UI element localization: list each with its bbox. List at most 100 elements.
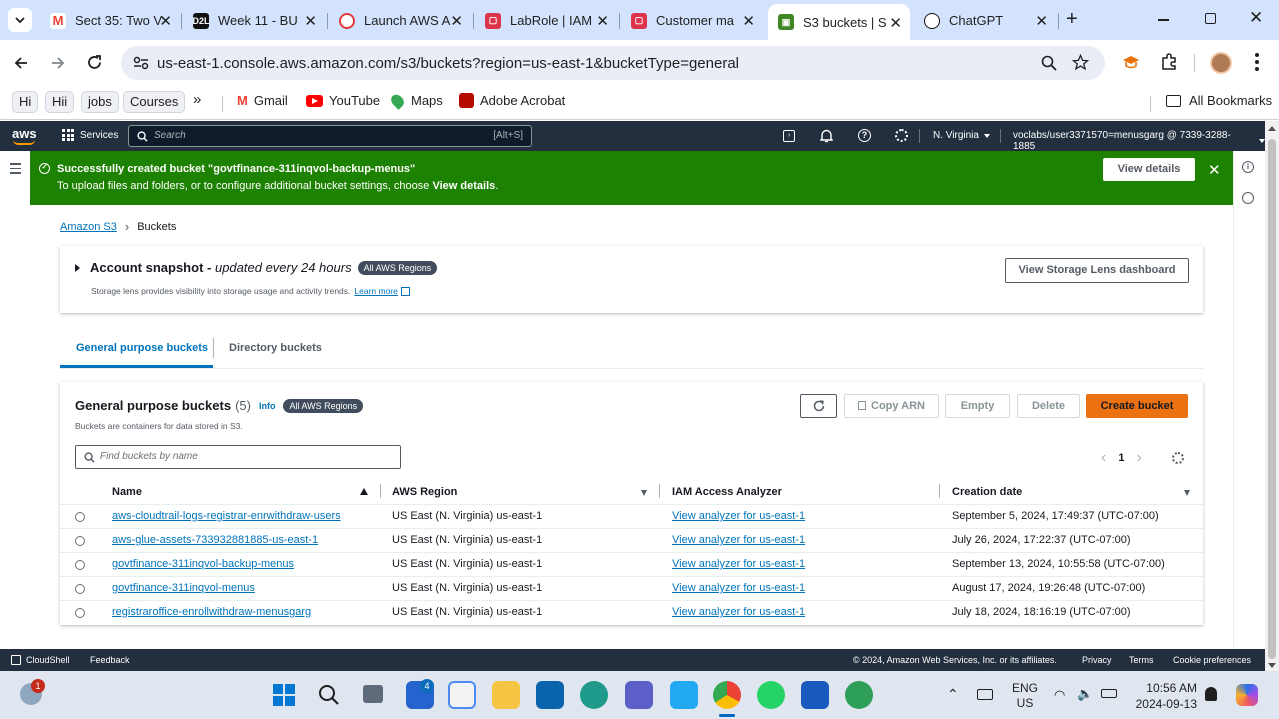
bookmark-adobe-acrobat[interactable]: Adobe Acrobat (459, 93, 565, 108)
analyzer-link[interactable]: View analyzer for us-east-1 (672, 606, 805, 618)
omnibox[interactable]: us-east-1.console.aws.amazon.com/s3/buck… (121, 46, 1105, 80)
browser-tab-active[interactable]: ▣ S3 buckets | S ✕ (768, 4, 910, 40)
reload-icon[interactable] (86, 54, 103, 71)
refresh-button[interactable] (800, 394, 837, 418)
info-panel-icon[interactable]: i (1242, 161, 1254, 173)
col-name[interactable]: Name (112, 486, 142, 498)
bookmark-maps[interactable]: Maps (388, 91, 443, 110)
minimize-icon[interactable] (1158, 19, 1169, 21)
next-page-icon[interactable]: › (1136, 449, 1141, 467)
keyboard-icon[interactable] (977, 689, 993, 700)
table-row[interactable]: aws-cloudtrail-logs-registrar-enrwithdra… (60, 504, 1203, 528)
copy-arn-button[interactable]: Copy ARN (844, 394, 939, 418)
scrollbar-thumb[interactable] (1268, 139, 1276, 659)
zoom-icon[interactable] (1041, 55, 1057, 71)
sort-caret-icon[interactable] (641, 490, 647, 496)
close-window-icon[interactable]: ✕ (1249, 8, 1263, 28)
browser-tab-4[interactable]: ▢ LabRole | IAM ✕ (475, 7, 617, 34)
language-indicator[interactable]: ENG US (1012, 681, 1038, 711)
word-icon[interactable] (801, 681, 829, 709)
tab-search-button[interactable] (8, 8, 32, 32)
privacy-link[interactable]: Privacy (1082, 655, 1112, 665)
analyzer-link[interactable]: View analyzer for us-east-1 (672, 582, 805, 594)
browser-tab-7[interactable]: ChatGPT ✕ (914, 7, 1056, 34)
microsoft-store-icon[interactable] (448, 681, 476, 709)
browser-menu-icon[interactable] (1255, 53, 1259, 73)
close-tab-icon[interactable]: ✕ (304, 12, 317, 30)
edge-dev-icon[interactable] (845, 681, 873, 709)
tab-directory[interactable]: Directory buckets (229, 342, 322, 354)
edge-icon[interactable] (580, 681, 608, 709)
forward-icon[interactable] (50, 55, 66, 71)
learn-more-link[interactable]: Learn more (354, 286, 397, 296)
analyzer-link[interactable]: View analyzer for us-east-1 (672, 558, 805, 570)
page-scrollbar[interactable] (1265, 121, 1279, 671)
services-menu[interactable]: Services (62, 129, 118, 141)
profile-avatar[interactable] (1210, 52, 1232, 74)
find-buckets-input[interactable]: Find buckets by name (75, 445, 401, 469)
bookmark-jobs[interactable]: jobs (81, 91, 119, 113)
clock[interactable]: 10:56 AM 2024-09-13 (1133, 680, 1197, 712)
view-storage-lens-button[interactable]: View Storage Lens dashboard (1005, 258, 1189, 283)
taskbar-search-icon[interactable] (318, 684, 340, 706)
view-details-button[interactable]: View details (1103, 158, 1195, 181)
copilot-icon[interactable] (1236, 684, 1258, 706)
bookmarks-overflow-button[interactable]: » (193, 91, 201, 108)
vscode-icon[interactable] (670, 681, 698, 709)
notifications-bell-icon[interactable] (820, 129, 833, 143)
bucket-name-link[interactable]: govtfinance-311inqvol-menus (112, 582, 255, 594)
table-row[interactable]: govtfinance-311inqvol-menus US East (N. … (60, 576, 1203, 600)
close-tab-icon[interactable]: ✕ (742, 12, 755, 30)
windows-start-icon[interactable] (273, 684, 295, 706)
row-radio[interactable] (75, 584, 85, 594)
table-row[interactable]: aws-glue-assets-733932881885-us-east-1 U… (60, 528, 1203, 552)
terms-link[interactable]: Terms (1129, 655, 1154, 665)
create-bucket-button[interactable]: Create bucket (1086, 394, 1188, 418)
page-number[interactable]: 1 (1118, 452, 1124, 464)
col-creation-date[interactable]: Creation date (952, 486, 1022, 498)
aws-logo[interactable]: aws (12, 126, 37, 141)
delete-button[interactable]: Delete (1017, 394, 1080, 418)
col-iam-analyzer[interactable]: IAM Access Analyzer (672, 486, 782, 498)
analyzer-link[interactable]: View analyzer for us-east-1 (672, 510, 805, 522)
close-tab-icon[interactable]: ✕ (596, 12, 609, 30)
wifi-icon[interactable]: ◠ (1054, 687, 1065, 703)
sort-caret-icon[interactable] (1184, 490, 1190, 496)
show-hidden-icons[interactable]: ⌃ (947, 686, 959, 703)
new-tab-icon[interactable]: + (1066, 9, 1078, 29)
settings-gear-icon[interactable] (895, 129, 908, 142)
table-row[interactable]: govtfinance-311inqvol-backup-menus US Ea… (60, 552, 1203, 576)
table-row[interactable]: registraroffice-enrollwithdraw-menusgarg… (60, 600, 1203, 624)
account-menu[interactable]: voclabs/user3371570=menusgarg @ 7339-328… (1013, 130, 1265, 152)
cookie-preferences-link[interactable]: Cookie preferences (1173, 655, 1251, 665)
snapshot-expand-toggle[interactable]: Account snapshot - updated every 24 hour… (75, 260, 438, 275)
row-radio[interactable] (75, 560, 85, 570)
feedback-link[interactable]: Feedback (90, 655, 130, 665)
browser-tab-5[interactable]: ▢ Customer ma ✕ (621, 7, 763, 34)
close-tab-icon[interactable]: ✕ (889, 14, 902, 32)
bookmark-star-icon[interactable] (1072, 54, 1089, 71)
prev-page-icon[interactable]: ‹ (1101, 449, 1106, 467)
empty-button[interactable]: Empty (945, 394, 1010, 418)
battery-icon[interactable] (1101, 689, 1117, 698)
browser-tab-2[interactable]: D2L Week 11 - BU ✕ (183, 7, 325, 34)
back-icon[interactable] (13, 55, 29, 71)
bucket-name-link[interactable]: govtfinance-311inqvol-backup-menus (112, 558, 294, 570)
scroll-up-icon[interactable] (1268, 126, 1276, 131)
bookmark-hii[interactable]: Hii (45, 91, 75, 113)
region-selector[interactable]: N. Virginia (933, 130, 990, 141)
chrome-icon[interactable] (713, 681, 741, 709)
dismiss-flash-icon[interactable]: ✕ (1208, 161, 1221, 179)
row-radio[interactable] (75, 608, 85, 618)
browser-tab-1[interactable]: M Sect 35: Two V ✕ (40, 7, 180, 34)
hamburger-menu-icon[interactable] (10, 163, 21, 174)
file-explorer-icon[interactable] (492, 681, 520, 709)
teams-icon[interactable] (625, 681, 653, 709)
analyzer-link[interactable]: View analyzer for us-east-1 (672, 534, 805, 546)
cloudshell-icon[interactable]: › (783, 130, 795, 142)
restore-icon[interactable] (1205, 13, 1216, 24)
bookmark-youtube[interactable]: YouTube (306, 93, 380, 108)
bucket-name-link[interactable]: aws-glue-assets-733932881885-us-east-1 (112, 534, 318, 546)
site-settings-icon[interactable] (133, 56, 149, 70)
volume-icon[interactable]: 🔈 (1077, 686, 1093, 702)
